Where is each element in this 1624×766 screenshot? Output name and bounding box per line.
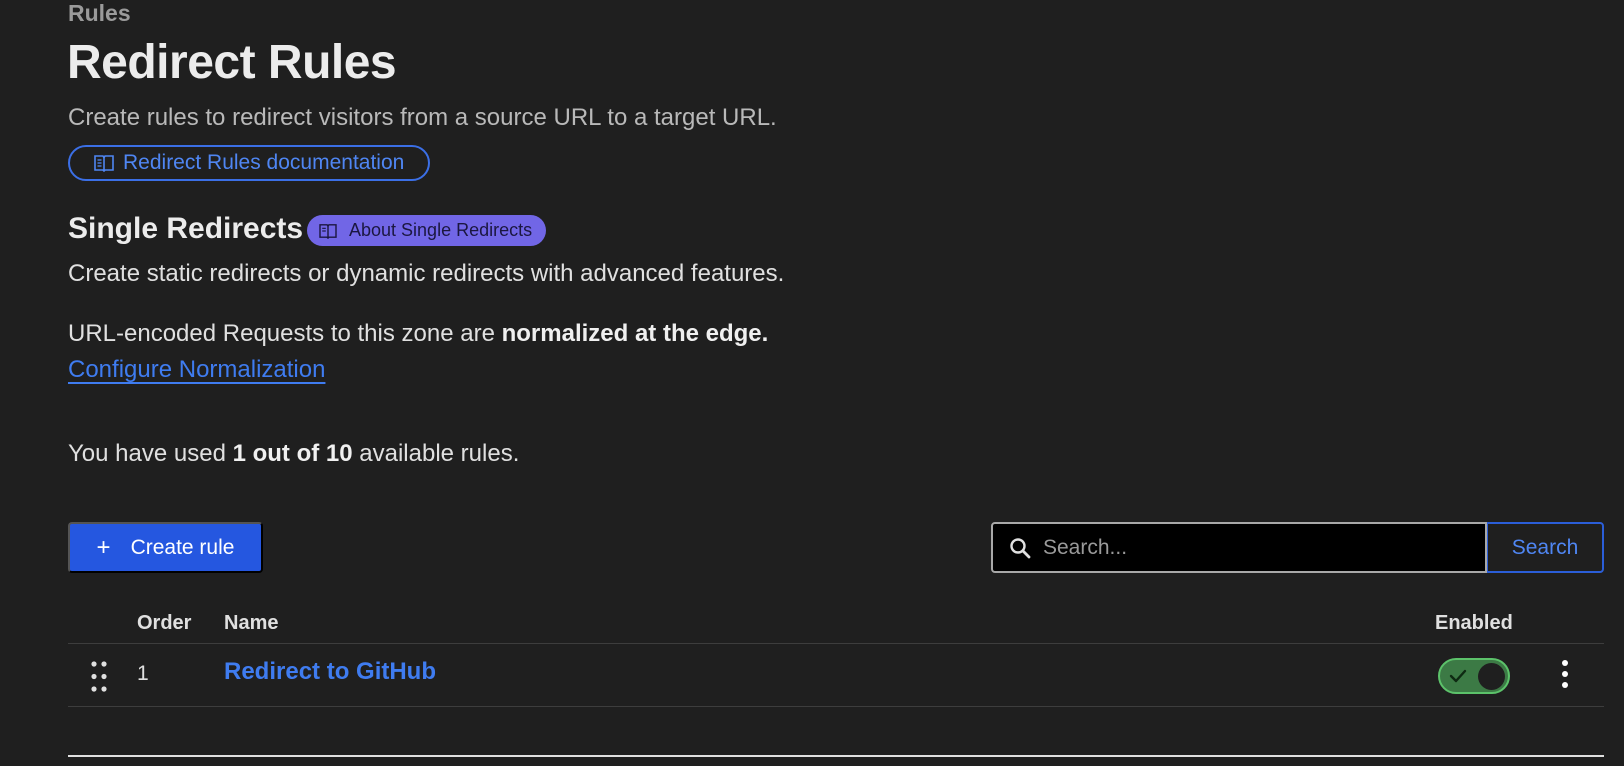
section-title: Single Redirects bbox=[68, 212, 304, 245]
rule-enabled-toggle[interactable] bbox=[1438, 658, 1510, 694]
drag-handle-icon[interactable] bbox=[91, 660, 107, 693]
table-row: 1 Redirect to GitHub bbox=[68, 644, 1604, 707]
column-header-enabled[interactable]: Enabled bbox=[1435, 612, 1513, 635]
redirect-rules-page: Rules Redirect Rules Create rules to red… bbox=[0, 0, 1624, 766]
plus-icon: + bbox=[96, 533, 111, 561]
kebab-menu-icon[interactable] bbox=[1559, 658, 1571, 690]
usage-count: 1 out of 10 bbox=[232, 440, 353, 467]
section-description: Create static redirects or dynamic redir… bbox=[68, 260, 785, 287]
column-header-order[interactable]: Order bbox=[137, 612, 191, 635]
search-input[interactable] bbox=[1043, 535, 1463, 560]
documentation-link-label: Redirect Rules documentation bbox=[123, 151, 405, 174]
breadcrumb[interactable]: Rules bbox=[68, 0, 131, 26]
section-divider bbox=[68, 755, 1604, 757]
book-icon bbox=[319, 223, 337, 239]
normalization-emphasis: normalized at the edge. bbox=[501, 320, 769, 347]
search-icon bbox=[1010, 537, 1031, 558]
column-header-name[interactable]: Name bbox=[224, 612, 278, 635]
toggle-knob bbox=[1478, 663, 1505, 690]
normalization-status: URL-encoded Requests to this zone are no… bbox=[68, 318, 768, 350]
table-header: Order Name Enabled bbox=[68, 606, 1604, 644]
usage-suffix: available rules. bbox=[352, 440, 520, 467]
search-group: Search bbox=[991, 522, 1604, 573]
about-single-redirects-badge[interactable]: About Single Redirects bbox=[307, 215, 547, 246]
normalization-text: URL-encoded Requests to this zone are bbox=[68, 320, 502, 347]
page-title: Redirect Rules bbox=[67, 36, 397, 89]
documentation-link[interactable]: Redirect Rules documentation bbox=[68, 145, 431, 181]
about-badge-label: About Single Redirects bbox=[349, 220, 533, 240]
book-icon bbox=[94, 155, 114, 172]
search-button[interactable]: Search bbox=[1487, 522, 1604, 573]
rule-order: 1 bbox=[137, 662, 149, 685]
search-field[interactable] bbox=[991, 522, 1487, 573]
create-rule-button[interactable]: + Create rule bbox=[68, 522, 263, 573]
check-icon bbox=[1449, 669, 1467, 683]
rule-name-link[interactable]: Redirect to GitHub bbox=[224, 658, 436, 686]
page-description: Create rules to redirect visitors from a… bbox=[68, 104, 777, 131]
usage-prefix: You have used bbox=[68, 440, 233, 467]
configure-normalization-link[interactable]: Configure Normalization bbox=[68, 354, 325, 386]
rule-usage: You have used 1 out of 10 available rule… bbox=[68, 438, 519, 470]
create-rule-label: Create rule bbox=[130, 535, 235, 559]
